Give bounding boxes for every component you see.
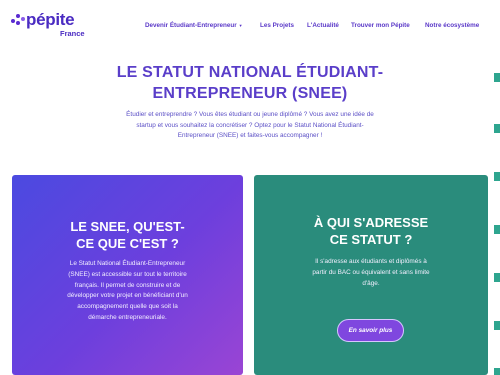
nav-item-actualite[interactable]: L'Actualité — [307, 22, 339, 29]
nav-item-ecosysteme[interactable]: Notre écosystème — [425, 22, 479, 29]
card-title: À QUI S'ADRESSE CE STATUT ? — [254, 214, 488, 248]
edge-decoration — [494, 225, 500, 234]
chevron-down-icon: ▼ — [238, 22, 243, 28]
nav-item-projets[interactable]: Les Projets — [260, 22, 294, 29]
edge-decoration — [494, 321, 500, 330]
hero-description-line: startup et vous souhaitez la concrétiser… — [136, 121, 364, 129]
page-title-line: ENTREPRENEUR (SNEE) — [152, 85, 348, 102]
card-title-line: LE SNEE, QU'EST- — [70, 219, 185, 234]
card-body-line: (SNEE) est accessible sur tout le territ… — [68, 270, 187, 278]
edge-decoration — [494, 368, 500, 375]
card-body-line: développer votre projet en bénéficiant d… — [67, 292, 188, 300]
hero-description-line: Entrepreneur (SNEE) et faites-vous accom… — [177, 132, 323, 139]
card-title-line: CE STATUT ? — [329, 232, 413, 247]
page-title: LE STATUT NATIONAL ÉTUDIANT- ENTREPRENEU… — [0, 62, 500, 104]
card-body-line: démarche entrepreneuriale. — [88, 313, 167, 321]
page-title-line: LE STATUT NATIONAL ÉTUDIANT- — [116, 64, 384, 81]
nav-item-trouver-pepite[interactable]: Trouver mon Pépite — [351, 22, 410, 29]
card-title-line: CE QUE C'EST ? — [76, 236, 179, 251]
pepite-logo[interactable]: pépite France — [11, 10, 85, 41]
nav-item-devenir[interactable]: Devenir Étudiant-Entrepreneur ▼ — [145, 22, 243, 29]
card-who-is-it-for: À QUI S'ADRESSE CE STATUT ? Il s'adresse… — [254, 175, 488, 375]
card-body-line: Il s'adresse aux étudiants et diplômés à — [315, 258, 427, 265]
card-body-line: d'âge. — [362, 279, 380, 287]
edge-decoration — [494, 273, 500, 282]
card-body-line: français. Il permet de construire et de — [74, 281, 181, 289]
hero-description-line: Étudier et entreprendre ? Vous êtes étud… — [126, 111, 374, 118]
logo-text: pépite — [26, 10, 75, 29]
card-body-line: partir du BAC ou équivalent et sans limi… — [312, 268, 430, 276]
card-body: Il s'adresse aux étudiants et diplômés à… — [292, 257, 450, 289]
logo-subtitle: France — [60, 29, 85, 38]
edge-decoration — [494, 172, 500, 181]
card-title-line: À QUI S'ADRESSE — [313, 215, 429, 230]
card-body-line: accompagnement quelle que soit la — [77, 303, 178, 311]
nav-item-label: Devenir Étudiant-Entrepreneur — [145, 22, 237, 29]
card-title: LE SNEE, QU'EST- CE QUE C'EST ? — [12, 218, 243, 252]
hero-description: Étudier et entreprendre ? Vous êtes étud… — [100, 110, 400, 142]
card-body-line: Le Statut National Étudiant-Entrepreneur — [69, 260, 186, 267]
learn-more-button[interactable]: En savoir plus — [337, 319, 404, 342]
edge-decoration — [494, 124, 500, 133]
logo-dots-icon — [11, 14, 25, 26]
card-what-is-snee: LE SNEE, QU'EST- CE QUE C'EST ? Le Statu… — [12, 175, 243, 375]
card-body: Le Statut National Étudiant-Entrepreneur… — [47, 259, 208, 324]
site-header: pépite France Devenir Étudiant-Entrepren… — [0, 0, 500, 44]
